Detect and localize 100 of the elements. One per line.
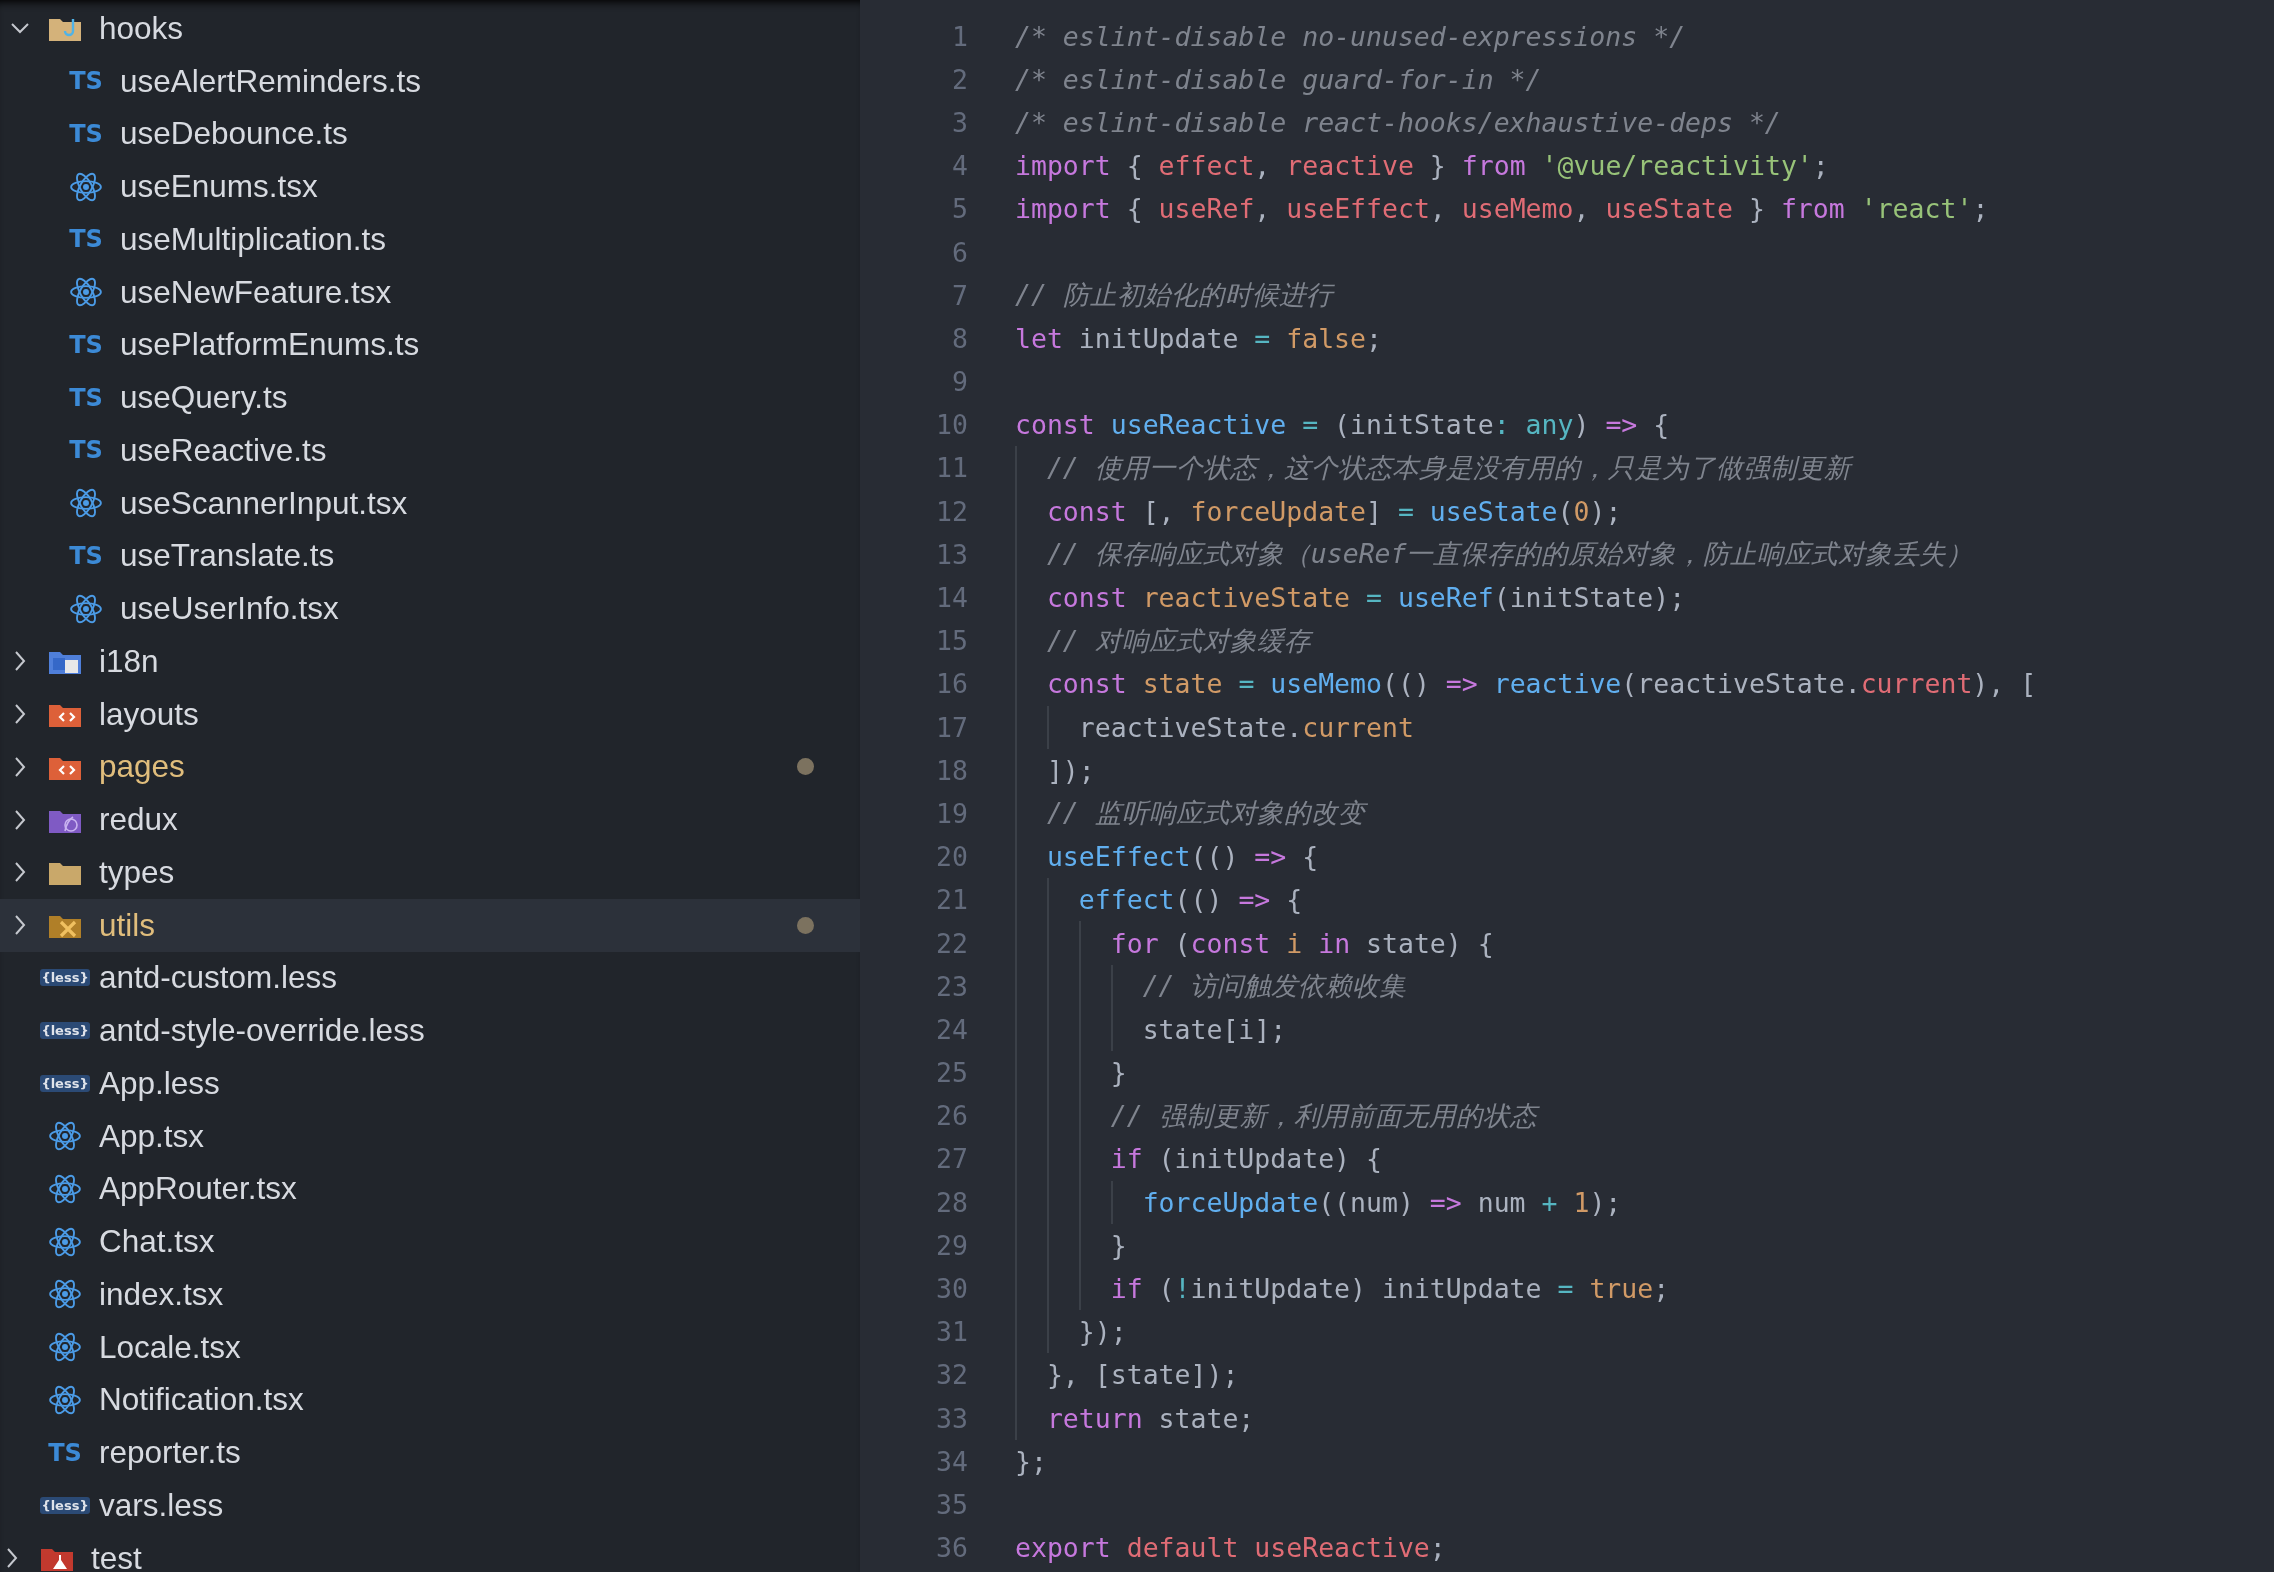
- tree-item[interactable]: {less} antd-custom.less: [0, 951, 860, 1005]
- line-number: 7: [951, 279, 968, 311]
- tree-item[interactable]: {less} vars.less: [0, 1479, 860, 1532]
- line-number: 16: [935, 668, 968, 700]
- tree-item[interactable]: utils: [0, 898, 860, 952]
- code-line: let initUpdate = false;: [1015, 322, 1382, 354]
- ts-icon: TS: [69, 541, 103, 570]
- tree-item[interactable]: layouts: [0, 687, 860, 741]
- tree-item[interactable]: redux: [0, 793, 860, 846]
- line-number: 24: [935, 1013, 968, 1045]
- code-line: if (initUpdate) {: [1110, 1143, 1382, 1175]
- code-line: }: [1110, 1057, 1127, 1089]
- tree-item[interactable]: useScannerInput.tsx: [0, 476, 860, 530]
- code-line: };: [1015, 1445, 1047, 1477]
- code-line: });: [1078, 1316, 1127, 1348]
- less-icon: {less}: [40, 969, 90, 987]
- line-number: 35: [935, 1488, 968, 1520]
- tree-item[interactable]: App.tsx: [0, 1109, 860, 1163]
- tree-item[interactable]: {less} antd-style-override.less: [0, 1004, 860, 1057]
- tree-item[interactable]: useUserInfo.tsx: [0, 582, 860, 635]
- line-number: 25: [935, 1057, 968, 1089]
- line-number: 31: [935, 1316, 968, 1348]
- code-line: return state;: [1046, 1402, 1255, 1434]
- line-number: 11: [935, 452, 968, 484]
- tree-item[interactable]: TS useDebounce.ts: [0, 107, 860, 161]
- line-number: 19: [935, 797, 968, 829]
- code-line: for (const i in state) {: [1110, 927, 1494, 959]
- tree-item[interactable]: index.tsx: [0, 1268, 860, 1321]
- tree-item[interactable]: Notification.tsx: [0, 1373, 860, 1427]
- line-number: 17: [935, 711, 968, 743]
- line-number: 36: [935, 1532, 968, 1564]
- tree-item[interactable]: hooks: [0, 2, 860, 55]
- code-line: import { useRef, useEffect, useMemo, useState } from 'react';: [1015, 193, 1989, 225]
- line-number: 3: [951, 106, 968, 138]
- tree-item[interactable]: Locale.tsx: [0, 1320, 860, 1374]
- ts-icon: TS: [69, 383, 103, 412]
- code-line: /* eslint-disable no-unused-expressions */: [1015, 20, 1686, 52]
- tree-item[interactable]: pages: [0, 740, 860, 794]
- ts-icon: TS: [69, 67, 103, 96]
- code-line: const state = useMemo(() => reactive(reactiveState.current), [: [1046, 668, 2037, 700]
- ts-icon: TS: [69, 225, 103, 254]
- line-number: 4: [951, 150, 968, 182]
- ts-icon: TS: [48, 1438, 82, 1467]
- tree-item[interactable]: TS useQuery.ts: [0, 371, 860, 424]
- tree-item[interactable]: {less} App.less: [0, 1057, 860, 1110]
- ts-icon: TS: [69, 330, 103, 359]
- tree-item[interactable]: useEnums.tsx: [0, 160, 860, 213]
- code-line: const [, forceUpdate] = useState(0);: [1046, 495, 1622, 527]
- tree-item[interactable]: AppRouter.tsx: [0, 1162, 860, 1216]
- code-line: // 防止初始化的时候进行: [1015, 278, 1333, 313]
- code-line: state[i];: [1142, 1013, 1287, 1045]
- line-number: 1: [951, 20, 968, 52]
- less-icon: {less}: [40, 1496, 90, 1514]
- code-line: effect(() => {: [1078, 884, 1303, 916]
- code-line: export default useReactive;: [1015, 1532, 1446, 1564]
- code-line: useEffect(() => {: [1046, 841, 1319, 873]
- tree-item[interactable]: TS useAlertReminders.ts: [0, 54, 860, 108]
- line-number: 18: [935, 754, 968, 786]
- line-number: 28: [935, 1186, 968, 1218]
- line-number: 30: [935, 1273, 968, 1305]
- tree-item[interactable]: useNewFeature.tsx: [0, 265, 860, 319]
- line-number: 2: [951, 63, 968, 95]
- line-number: 8: [951, 322, 968, 354]
- code-line: /* eslint-disable react-hooks/exhaustive-deps */: [1015, 106, 1781, 138]
- line-number: 5: [951, 193, 968, 225]
- line-number: 29: [935, 1229, 968, 1261]
- line-number: 9: [951, 366, 968, 398]
- tree-item[interactable]: TS useTranslate.ts: [0, 529, 860, 583]
- line-number: 32: [935, 1359, 968, 1391]
- tree-item[interactable]: test: [0, 1531, 860, 1572]
- code-line: /* eslint-disable guard-for-in */: [1015, 63, 1542, 95]
- line-number: 27: [935, 1143, 968, 1175]
- line-number: 22: [935, 927, 968, 959]
- less-icon: {less}: [40, 1022, 90, 1040]
- line-number: 15: [935, 625, 968, 657]
- code-line: // 访问触发依赖收集: [1142, 969, 1407, 1004]
- tree-item[interactable]: TS usePlatformEnums.ts: [0, 318, 860, 372]
- line-number: 20: [935, 841, 968, 873]
- code-line: ]);: [1046, 754, 1095, 786]
- tree-item[interactable]: i18n: [0, 635, 860, 688]
- ts-icon: TS: [69, 436, 103, 465]
- code-line: import { effect, reactive } from '@vue/reactivity';: [1015, 150, 1829, 182]
- code-line: reactiveState.current: [1078, 711, 1414, 743]
- line-number: 14: [935, 582, 968, 614]
- code-line: if (!initUpdate) initUpdate = true;: [1110, 1273, 1670, 1305]
- line-number: 33: [935, 1402, 968, 1434]
- line-number: 23: [935, 970, 968, 1002]
- code-line: }: [1110, 1229, 1127, 1261]
- tree-item[interactable]: Chat.tsx: [0, 1215, 860, 1268]
- line-number: 26: [935, 1100, 968, 1132]
- line-number: 12: [935, 495, 968, 527]
- line-number: 21: [935, 884, 968, 916]
- tree-item[interactable]: TS useMultiplication.ts: [0, 213, 860, 266]
- line-number: 10: [935, 409, 968, 441]
- tree-item[interactable]: types: [0, 846, 860, 899]
- code-line: forceUpdate((num) => num + 1);: [1142, 1186, 1622, 1218]
- tree-item[interactable]: TS reporter.ts: [0, 1426, 860, 1479]
- code-line: }, [state]);: [1046, 1359, 1239, 1391]
- code-line: const useReactive = (initState: any) => {: [1015, 409, 1670, 441]
- tree-item[interactable]: TS useReactive.ts: [0, 424, 860, 477]
